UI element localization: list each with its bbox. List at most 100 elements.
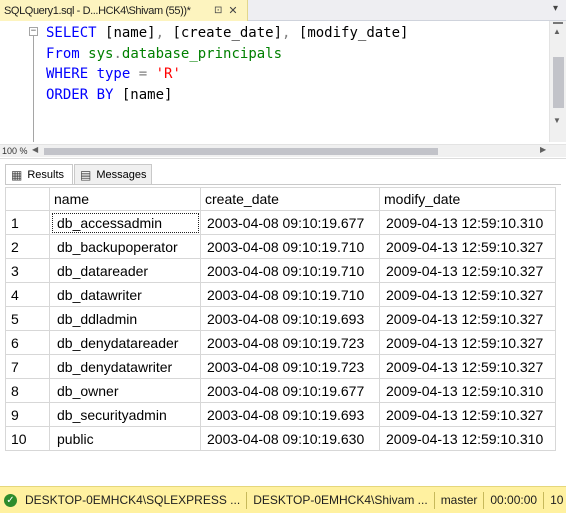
scroll-down-icon[interactable]: ▼ [553,116,561,125]
row-number-cell[interactable]: 9 [5,402,50,427]
results-grid[interactable]: name create_date modify_date 1 db_accessa… [5,184,561,484]
table-row[interactable]: 4 db_datawriter 2003-04-08 09:10:19.710 200… [5,282,556,307]
column-header-modify-date[interactable]: modify_date [379,187,556,211]
query-editor[interactable]: − SELECT [name], [create_date], [modify_… [0,21,566,144]
editor-vertical-scrollbar[interactable]: ▲ ▼ [549,21,566,142]
status-database: master [435,491,485,509]
editor-gutter: − [0,21,38,144]
create-date-cell[interactable]: 2003-04-08 09:10:19.630 [200,426,380,451]
create-date-cell[interactable]: 2003-04-08 09:10:19.677 [200,210,380,235]
table-row[interactable]: 3 db_datareader 2003-04-08 09:10:19.710 200… [5,258,556,283]
tab-messages[interactable]: ▤ Messages [74,164,152,184]
table-row[interactable]: 7 db_denydatawriter 2003-04-08 09:10:19.72… [5,354,556,379]
tab-overflow-dropdown-icon[interactable]: ▾ [553,3,558,14]
grid-header-row: name create_date modify_date [5,187,556,211]
row-number-cell[interactable]: 5 [5,306,50,331]
name-cell[interactable]: db_owner [49,378,201,403]
status-user-text: DESKTOP-0EMHCK4\Shivam ... [253,493,428,507]
row-number-cell[interactable]: 7 [5,354,50,379]
code-token: = [138,66,156,82]
row-number-cell[interactable]: 2 [5,234,50,259]
create-date-cell[interactable]: 2003-04-08 09:10:19.710 [200,258,380,283]
create-date-cell[interactable]: 2003-04-08 09:10:19.710 [200,282,380,307]
pin-icon[interactable]: ⊡ [214,5,222,16]
create-date-cell[interactable]: 2003-04-08 09:10:19.723 [200,330,380,355]
create-date-cell[interactable]: 2003-04-08 09:10:19.693 [200,306,380,331]
table-row[interactable]: 1 db_accessadmin 2003-04-08 09:10:19.677 20… [5,210,556,235]
name-cell[interactable]: db_denydatawriter [49,354,201,379]
name-cell[interactable]: db_securityadmin [49,402,201,427]
tab-results[interactable]: ▦ Results [5,164,73,184]
modify-date-cell[interactable]: 2009-04-13 12:59:10.327 [379,306,556,331]
modify-date-cell[interactable]: 2009-04-13 12:59:10.327 [379,234,556,259]
sql-code[interactable]: SELECT [name], [create_date], [modify_da… [46,23,408,105]
create-date-cell[interactable]: 2003-04-08 09:10:19.693 [200,402,380,427]
modify-date-cell[interactable]: 2009-04-13 12:59:10.310 [379,210,556,235]
row-number-cell[interactable]: 4 [5,282,50,307]
grid-icon: ▦ [11,167,23,182]
code-token: . [113,45,122,62]
code-token: From [46,45,89,62]
table-row[interactable]: 6 db_denydatareader 2003-04-08 09:10:19.72… [5,330,556,355]
modify-date-cell[interactable]: 2009-04-13 12:59:10.327 [379,330,556,355]
status-rows-text: 10 rows [550,493,566,507]
code-line[interactable]: From sys.database_principals [46,44,408,65]
table-row[interactable]: 8 db_owner 2003-04-08 09:10:19.677 2009-04-… [5,378,556,403]
name-cell[interactable]: db_backupoperator [49,234,201,259]
name-cell[interactable]: db_accessadmin [49,210,201,235]
modify-date-cell[interactable]: 2009-04-13 12:59:10.310 [379,378,556,403]
code-line[interactable]: SELECT [name], [create_date], [modify_da… [46,23,408,44]
query-tab-title: SQLQuery1.sql - D...HCK4\Shivam (55))* [4,4,191,17]
create-date-cell[interactable]: 2003-04-08 09:10:19.723 [200,354,380,379]
scroll-up-icon[interactable]: ▲ [553,27,561,36]
row-number-header[interactable] [5,187,50,211]
create-date-cell[interactable]: 2003-04-08 09:10:19.710 [200,234,380,259]
table-row[interactable]: 2 db_backupoperator 2003-04-08 09:10:19.71… [5,234,556,259]
modify-date-cell[interactable]: 2009-04-13 12:59:10.327 [379,354,556,379]
tab-results-label: Results [27,168,65,181]
row-number-cell[interactable]: 3 [5,258,50,283]
table-row[interactable]: 9 db_securityadmin 2003-04-08 09:10:19.693… [5,402,556,427]
zoom-level[interactable]: 100 % [2,145,28,157]
split-handle-icon[interactable] [553,22,563,24]
row-number-cell[interactable]: 8 [5,378,50,403]
editor-horizontal-scrollbar[interactable]: 100 % ◀ ▶ [0,144,566,157]
code-token: 'R' [155,66,181,82]
scroll-left-icon[interactable]: ◀ [32,145,38,154]
status-database-text: master [440,493,478,507]
name-cell[interactable]: db_denydatareader [49,330,201,355]
collapse-toggle-icon[interactable]: − [29,27,38,36]
code-token: [modify_date] [298,25,409,41]
close-icon[interactable]: ✕ [228,4,237,17]
scroll-thumb[interactable] [553,57,564,108]
name-cell[interactable]: db_datareader [49,258,201,283]
code-token: type [96,66,139,82]
row-number-cell[interactable]: 1 [5,210,50,235]
modify-date-cell[interactable]: 2009-04-13 12:59:10.310 [379,426,556,451]
modify-date-cell[interactable]: 2009-04-13 12:59:10.327 [379,258,556,283]
results-tab-strip: ▦ Results ▤ Messages [0,164,566,184]
horizontal-scroll-thumb[interactable] [44,148,438,155]
code-line[interactable]: WHERE type = 'R' [46,64,408,85]
scroll-right-icon[interactable]: ▶ [540,145,546,154]
code-token: WHERE [46,66,97,82]
code-token: [name] [121,86,173,103]
column-header-create-date[interactable]: create_date [200,187,380,211]
column-header-name[interactable]: name [49,187,201,211]
code-token: [create_date] [172,25,283,41]
check-circle-icon: ✓ [4,493,17,507]
modify-date-cell[interactable]: 2009-04-13 12:59:10.327 [379,402,556,427]
modify-date-cell[interactable]: 2009-04-13 12:59:10.327 [379,282,556,307]
code-token: , [282,25,299,41]
create-date-cell[interactable]: 2003-04-08 09:10:19.677 [200,378,380,403]
results-table: name create_date modify_date 1 db_accessa… [5,187,556,451]
row-number-cell[interactable]: 6 [5,330,50,355]
name-cell[interactable]: db_ddladmin [49,306,201,331]
code-line[interactable]: ORDER BY [name] [46,85,408,106]
name-cell[interactable]: db_datawriter [49,282,201,307]
row-number-cell[interactable]: 10 [5,426,50,451]
query-document-tab[interactable]: SQLQuery1.sql - D...HCK4\Shivam (55))* ⊡… [0,0,248,21]
name-cell[interactable]: public [49,426,201,451]
table-row[interactable]: 5 db_ddladmin 2003-04-08 09:10:19.693 2009-… [5,306,556,331]
table-row[interactable]: 10 public 2003-04-08 09:10:19.630 2009-04-1… [5,426,556,451]
